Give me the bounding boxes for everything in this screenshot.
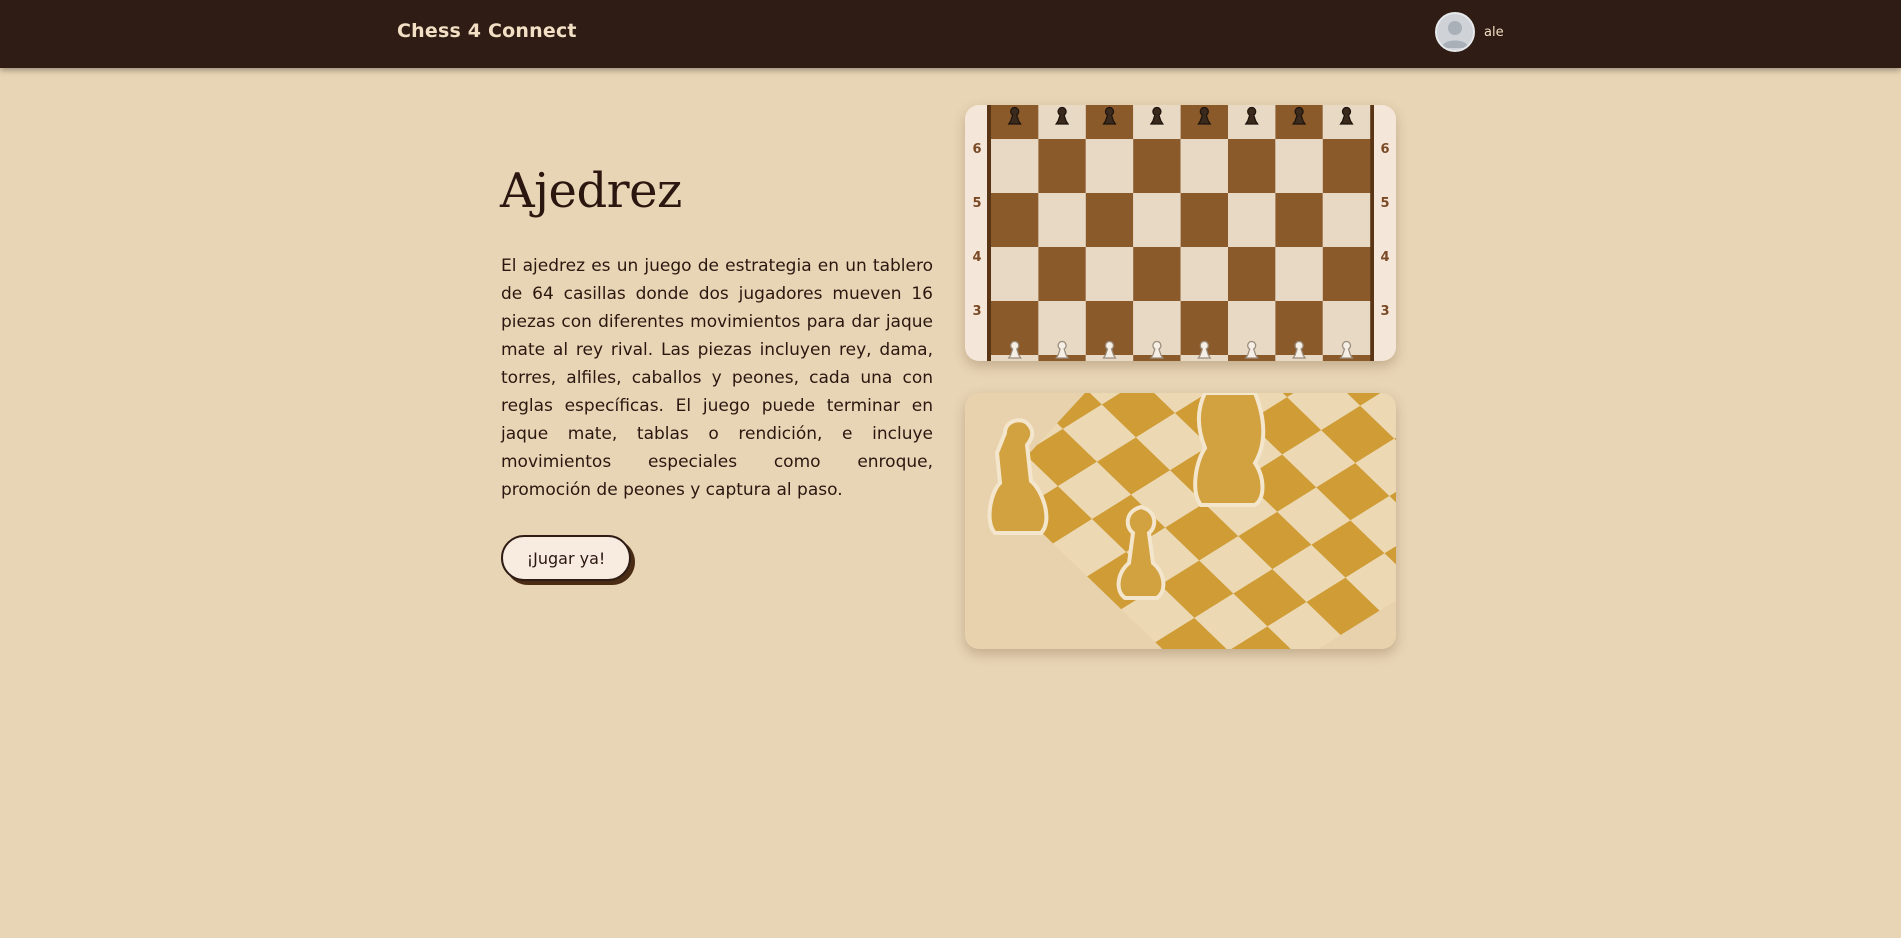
brand-title[interactable]: Chess 4 Connect (397, 20, 577, 42)
rank-label: 5 (972, 196, 981, 211)
board-square (1228, 139, 1276, 193)
board-square (1133, 193, 1181, 247)
board-square (1275, 139, 1323, 193)
user-menu[interactable]: ale (1435, 12, 1504, 52)
rank-label: 6 (972, 142, 981, 157)
username-label[interactable]: ale (1484, 25, 1504, 40)
page-title: Ajedrez (500, 163, 682, 219)
knight-piece-icon (1193, 393, 1266, 507)
board-square (991, 139, 1039, 193)
board-square (1085, 193, 1134, 247)
rank-label: 5 (1380, 196, 1389, 211)
board-square (1038, 193, 1086, 247)
rank-label: 4 (1380, 250, 1389, 265)
board-square (1085, 139, 1134, 193)
user-avatar-icon[interactable] (1435, 12, 1475, 52)
board-square (1275, 193, 1323, 247)
board-square (1322, 139, 1371, 193)
board-square (1133, 247, 1181, 301)
board-square (1322, 247, 1371, 301)
board-square (1085, 247, 1134, 301)
board-square (1228, 193, 1276, 247)
rank-label: 4 (972, 250, 981, 265)
rank-label: 6 (1380, 142, 1389, 157)
rank-label: 3 (1380, 304, 1389, 319)
board-square (1038, 247, 1086, 301)
board-square (1180, 139, 1228, 193)
board-square (991, 247, 1039, 301)
board-square (1180, 193, 1228, 247)
board-square (1228, 247, 1276, 301)
top-navbar: Chess 4 Connect ale (0, 0, 1901, 68)
chessboard-image: 6 5 4 3 6 5 4 3 (965, 105, 1396, 361)
board-square (991, 193, 1039, 247)
board-square (1322, 193, 1371, 247)
chess-pieces-image (965, 393, 1396, 649)
board-square (1180, 247, 1228, 301)
board-square (1133, 139, 1181, 193)
chess-description: El ajedrez es un juego de estrategia en … (501, 256, 933, 500)
play-now-button[interactable]: ¡Jugar ya! (501, 535, 631, 581)
board-square (1275, 247, 1323, 301)
rank-label: 3 (972, 304, 981, 319)
board-square (1038, 139, 1086, 193)
